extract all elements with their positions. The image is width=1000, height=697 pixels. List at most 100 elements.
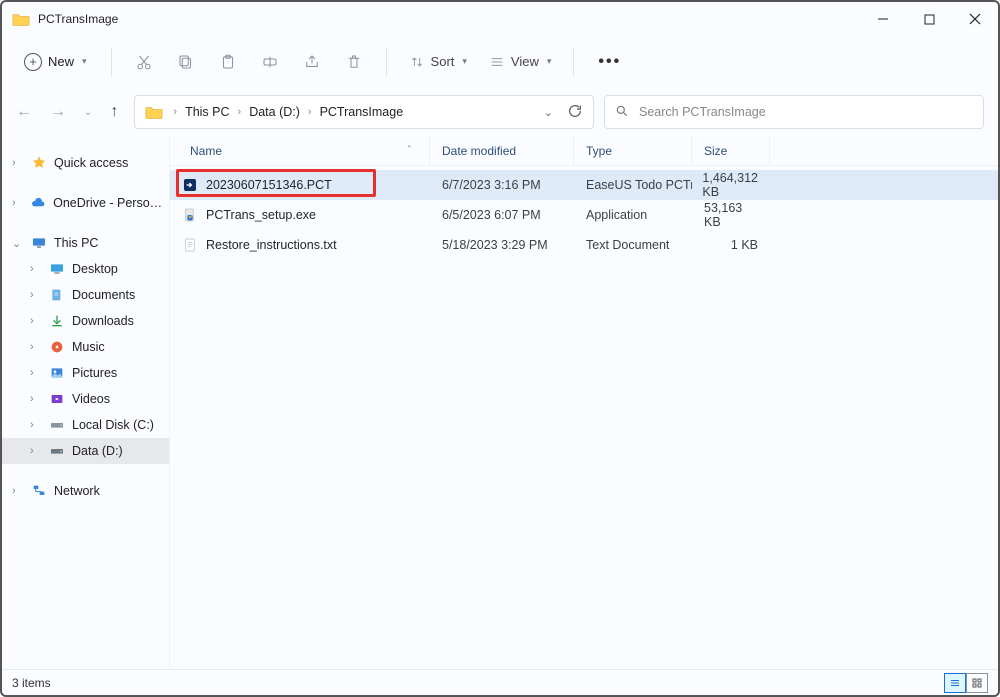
tree-item-videos[interactable]: › Videos [2, 386, 169, 412]
star-icon [30, 155, 48, 171]
back-button[interactable]: ← [16, 103, 32, 121]
tree-label: Data (D:) [72, 444, 123, 458]
tree-label: Network [54, 484, 100, 498]
refresh-button[interactable] [567, 103, 583, 122]
details-view-button[interactable] [944, 673, 966, 693]
drive-icon [48, 443, 66, 459]
breadcrumb[interactable]: › This PC › Data (D:) › PCTransImage ⌄ [134, 95, 594, 129]
file-date: 5/18/2023 3:29 PM [442, 238, 548, 252]
tree-item-downloads[interactable]: › Downloads [2, 308, 169, 334]
tree-label: Quick access [54, 156, 128, 170]
column-type[interactable]: Type [574, 136, 692, 165]
expand-icon[interactable]: › [12, 197, 24, 209]
tree-item-data-d[interactable]: › Data (D:) [2, 438, 169, 464]
tree-label: Documents [72, 288, 135, 302]
tree-item-network[interactable]: › Network [2, 478, 169, 504]
status-count: 3 items [12, 676, 51, 690]
tree-label: Videos [72, 392, 110, 406]
sort-button[interactable]: Sort ▾ [401, 48, 475, 76]
tree-item-desktop[interactable]: › Desktop [2, 256, 169, 282]
tree-label: Desktop [72, 262, 118, 276]
file-rows: 20230607151346.PCT 6/7/2023 3:16 PM Ease… [170, 166, 998, 260]
expand-icon[interactable]: › [12, 157, 24, 169]
videos-icon [48, 391, 66, 407]
cut-button[interactable] [126, 44, 162, 80]
thumbnails-view-button[interactable] [966, 673, 988, 693]
rename-button[interactable] [252, 44, 288, 80]
column-label: Type [586, 144, 612, 158]
expand-icon[interactable]: › [30, 445, 42, 457]
tree-item-local-disk[interactable]: › Local Disk (C:) [2, 412, 169, 438]
file-size: 53,163 KB [704, 201, 758, 229]
file-date: 6/5/2023 6:07 PM [442, 208, 541, 222]
file-icon [182, 177, 198, 193]
cloud-icon [30, 195, 47, 211]
tree-item-documents[interactable]: › Documents [2, 282, 169, 308]
tree-item-pictures[interactable]: › Pictures [2, 360, 169, 386]
expand-icon[interactable]: › [30, 341, 42, 353]
navigation-tree: › Quick access › OneDrive - Personal ⌄ T… [2, 136, 170, 669]
file-list: Name ˆ Date modified Type Size 202306071… [170, 136, 998, 669]
copy-button[interactable] [168, 44, 204, 80]
file-row[interactable]: 20230607151346.PCT 6/7/2023 3:16 PM Ease… [170, 170, 998, 200]
column-size[interactable]: Size [692, 136, 770, 165]
tree-label: Local Disk (C:) [72, 418, 154, 432]
tree-label: Music [72, 340, 105, 354]
maximize-button[interactable] [906, 2, 952, 36]
expand-icon[interactable]: › [30, 315, 42, 327]
close-button[interactable] [952, 2, 998, 36]
view-label: View [511, 54, 539, 69]
plus-circle-icon: + [24, 53, 42, 71]
file-name: Restore_instructions.txt [206, 238, 337, 252]
column-name[interactable]: Name ˆ [170, 136, 430, 165]
breadcrumb-segment[interactable]: PCTransImage [320, 105, 404, 119]
up-button[interactable]: ↑ [110, 103, 118, 121]
column-label: Size [704, 144, 727, 158]
expand-icon[interactable]: › [30, 289, 42, 301]
share-button[interactable] [294, 44, 330, 80]
paste-button[interactable] [210, 44, 246, 80]
tree-item-quick-access[interactable]: › Quick access [2, 150, 169, 176]
music-icon [48, 339, 66, 355]
file-type: Text Document [586, 238, 669, 252]
breadcrumb-segment[interactable]: Data (D:) [249, 105, 300, 119]
delete-button[interactable] [336, 44, 372, 80]
collapse-icon[interactable]: ⌄ [12, 237, 24, 250]
minimize-button[interactable] [860, 2, 906, 36]
expand-icon[interactable]: › [30, 393, 42, 405]
expand-icon[interactable]: › [12, 485, 24, 497]
network-icon [30, 483, 48, 499]
file-type: Application [586, 208, 647, 222]
search-input[interactable] [639, 105, 973, 119]
expand-icon[interactable]: › [30, 367, 42, 379]
view-button[interactable]: View ▾ [481, 48, 559, 76]
new-button[interactable]: + New ▾ [14, 47, 97, 77]
expand-icon[interactable]: › [30, 419, 42, 431]
file-row[interactable]: PCTrans_setup.exe 6/5/2023 6:07 PM Appli… [170, 200, 998, 230]
search-box[interactable] [604, 95, 984, 129]
separator [386, 48, 387, 76]
folder-icon [12, 12, 30, 26]
tree-item-music[interactable]: › Music [2, 334, 169, 360]
navigation-row: ← → ⌄ ↑ › This PC › Data (D:) › PCTransI… [2, 88, 998, 136]
tree-item-onedrive[interactable]: › OneDrive - Personal [2, 190, 169, 216]
separator [111, 48, 112, 76]
pictures-icon [48, 365, 66, 381]
more-button[interactable]: ••• [588, 47, 631, 77]
chevron-right-icon: › [308, 106, 312, 118]
tree-label: OneDrive - Personal [53, 196, 163, 210]
file-icon [182, 207, 198, 223]
monitor-icon [30, 235, 48, 251]
file-row[interactable]: Restore_instructions.txt 5/18/2023 3:29 … [170, 230, 998, 260]
history-dropdown[interactable]: ⌄ [84, 107, 92, 118]
forward-button[interactable]: → [50, 103, 66, 121]
column-label: Name [190, 144, 222, 158]
expand-icon[interactable]: › [30, 263, 42, 275]
tree-item-this-pc[interactable]: ⌄ This PC [2, 230, 169, 256]
sort-indicator-icon: ˆ [408, 145, 411, 156]
breadcrumb-segment[interactable]: This PC [185, 105, 229, 119]
file-name: 20230607151346.PCT [206, 178, 332, 192]
column-date[interactable]: Date modified [430, 136, 574, 165]
breadcrumb-dropdown[interactable]: ⌄ [544, 106, 553, 119]
sort-label: Sort [431, 54, 455, 69]
